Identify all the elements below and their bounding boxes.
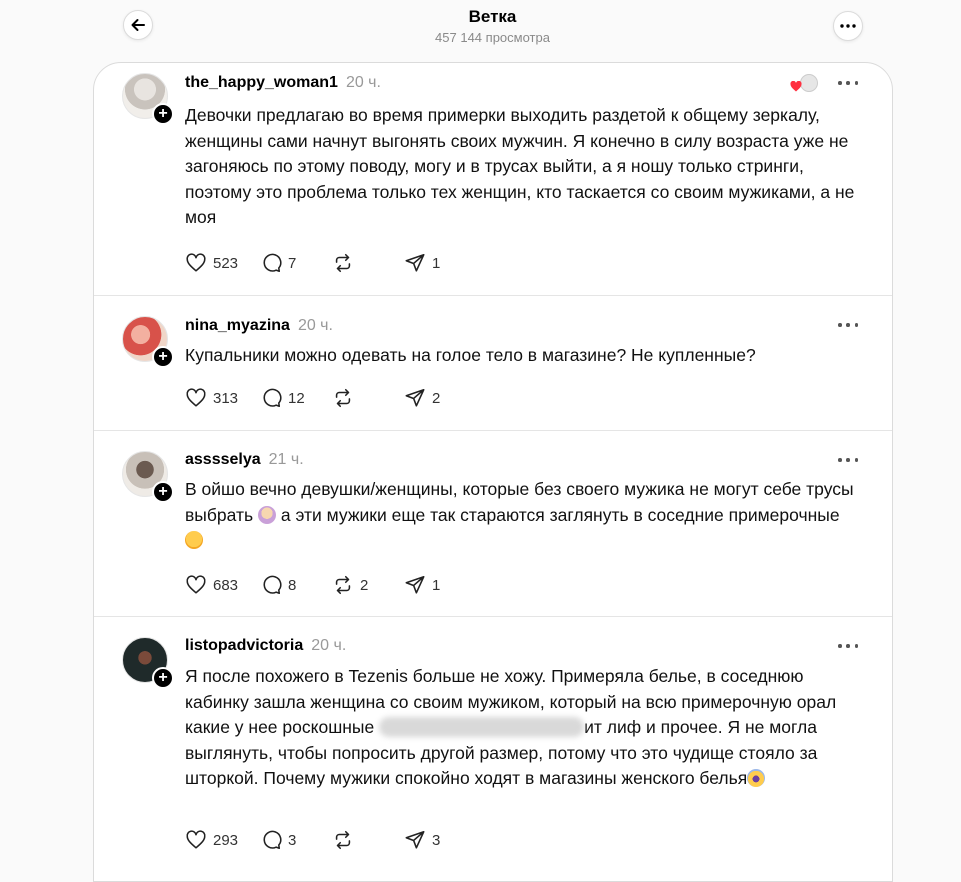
follow-plus-icon[interactable]: +	[152, 346, 174, 368]
comment-icon	[263, 388, 282, 408]
post-header: nina_myazina 20 ч.	[185, 317, 333, 335]
post-header: the_happy_woman1 20 ч.	[185, 74, 381, 92]
comment-icon	[263, 575, 282, 595]
screaming-face-emoji-icon	[747, 769, 766, 787]
small-avatar	[800, 74, 818, 92]
repost-icon	[335, 388, 351, 408]
post-options-button[interactable]	[838, 322, 858, 328]
post-header: asssselya 21 ч.	[185, 451, 304, 469]
post-options-button[interactable]	[838, 80, 858, 86]
repost-icon	[335, 253, 351, 273]
like-button[interactable]: 293	[185, 829, 238, 851]
post-actions: 293 3 3	[185, 829, 476, 851]
repost-icon	[335, 575, 351, 595]
arrow-left-icon	[131, 19, 145, 31]
username[interactable]: the_happy_woman1	[185, 74, 338, 92]
follow-plus-icon[interactable]: +	[152, 481, 174, 503]
like-button[interactable]: 683	[185, 574, 238, 596]
facepalm-emoji-icon	[257, 505, 276, 524]
pleading-face-emoji-icon	[185, 531, 203, 549]
post-text: Я после похожего в Tezenis больше не хож…	[185, 664, 855, 792]
share-icon	[405, 575, 425, 594]
avatar-wrapper[interactable]: +	[122, 316, 174, 368]
more-options-button[interactable]	[833, 11, 863, 41]
avatar-wrapper[interactable]: +	[122, 637, 174, 689]
comment-button[interactable]: 12	[260, 387, 310, 409]
view-count: 457 144 просмотра	[435, 30, 550, 45]
share-count: 1	[432, 254, 441, 272]
like-button[interactable]: 523	[185, 252, 238, 274]
share-count: 2	[432, 389, 441, 407]
heart-icon	[186, 575, 206, 594]
share-icon	[405, 253, 425, 272]
comment-count: 12	[288, 389, 305, 407]
post: + the_happy_woman1 20 ч. Девочки предлаг…	[94, 63, 892, 296]
username[interactable]: asssselya	[185, 451, 261, 469]
like-button[interactable]: 313	[185, 387, 238, 409]
page-header: Ветка 457 144 просмотра	[380, 6, 605, 45]
post-text-part: а эти мужики еще так стараются заглянуть…	[275, 504, 840, 525]
share-button[interactable]: 1	[404, 252, 454, 274]
share-count: 1	[432, 576, 441, 594]
like-count: 313	[213, 389, 239, 407]
post-actions: 523 7 1	[185, 252, 476, 274]
timestamp[interactable]: 20 ч.	[346, 74, 381, 92]
username[interactable]: nina_myazina	[185, 317, 290, 335]
blurred-text	[379, 717, 585, 737]
timestamp[interactable]: 20 ч.	[311, 637, 346, 655]
post: + listopadvictoria 20 ч. Я после похожег…	[94, 617, 892, 877]
small-heart-icon	[790, 81, 802, 92]
follow-plus-icon[interactable]: +	[152, 103, 174, 125]
like-count: 523	[213, 254, 239, 272]
thread-feed: + the_happy_woman1 20 ч. Девочки предлаг…	[93, 62, 893, 882]
comment-count: 3	[288, 831, 297, 849]
comment-icon	[263, 830, 282, 850]
comment-button[interactable]: 7	[260, 252, 310, 274]
post-text: Купальники можно одевать на голое тело в…	[185, 345, 756, 365]
like-count: 293	[213, 831, 239, 849]
post-options-button[interactable]	[838, 643, 858, 649]
heart-icon	[186, 253, 206, 272]
avatar-wrapper[interactable]: +	[122, 73, 174, 125]
share-button[interactable]: 2	[404, 387, 454, 409]
share-button[interactable]: 3	[404, 829, 454, 851]
page-title: Ветка	[468, 7, 517, 26]
repost-button[interactable]: 2	[332, 574, 382, 596]
post-options-button[interactable]	[838, 457, 858, 463]
share-button[interactable]: 1	[404, 574, 454, 596]
more-horizontal-icon	[840, 24, 856, 28]
comment-count: 7	[288, 254, 297, 272]
share-count: 3	[432, 831, 441, 849]
username[interactable]: listopadvictoria	[185, 637, 303, 655]
liked-by-avatars[interactable]	[790, 72, 820, 96]
repost-icon	[335, 830, 351, 850]
comment-icon	[263, 253, 282, 273]
post-text: Девочки предлагаю во время примерки выхо…	[185, 105, 855, 227]
timestamp[interactable]: 20 ч.	[298, 317, 333, 335]
post-actions: 683 8 2 1	[185, 574, 476, 596]
post-text: В ойшо вечно девушки/женщины, которые бе…	[185, 477, 855, 554]
post: + nina_myazina 20 ч. Купальники можно од…	[94, 296, 892, 431]
heart-icon	[186, 388, 206, 407]
comment-button[interactable]: 8	[260, 574, 310, 596]
heart-icon	[186, 830, 206, 849]
repost-button[interactable]	[332, 829, 382, 851]
comment-count: 8	[288, 576, 297, 594]
like-count: 683	[213, 576, 239, 594]
share-icon	[405, 388, 425, 407]
repost-button[interactable]	[332, 252, 382, 274]
follow-plus-icon[interactable]: +	[152, 667, 174, 689]
repost-button[interactable]	[332, 387, 382, 409]
post-header: listopadvictoria 20 ч.	[185, 637, 346, 655]
comment-button[interactable]: 3	[260, 829, 310, 851]
repost-count: 2	[360, 576, 369, 594]
post-actions: 313 12 2	[185, 387, 476, 409]
back-button[interactable]	[123, 10, 153, 40]
avatar-wrapper[interactable]: +	[122, 451, 174, 503]
top-bar: Ветка 457 144 просмотра	[0, 0, 961, 62]
post: + asssselya 21 ч. В ойшо вечно девушки/ж…	[94, 431, 892, 617]
share-icon	[405, 830, 425, 849]
timestamp[interactable]: 21 ч.	[269, 451, 304, 469]
